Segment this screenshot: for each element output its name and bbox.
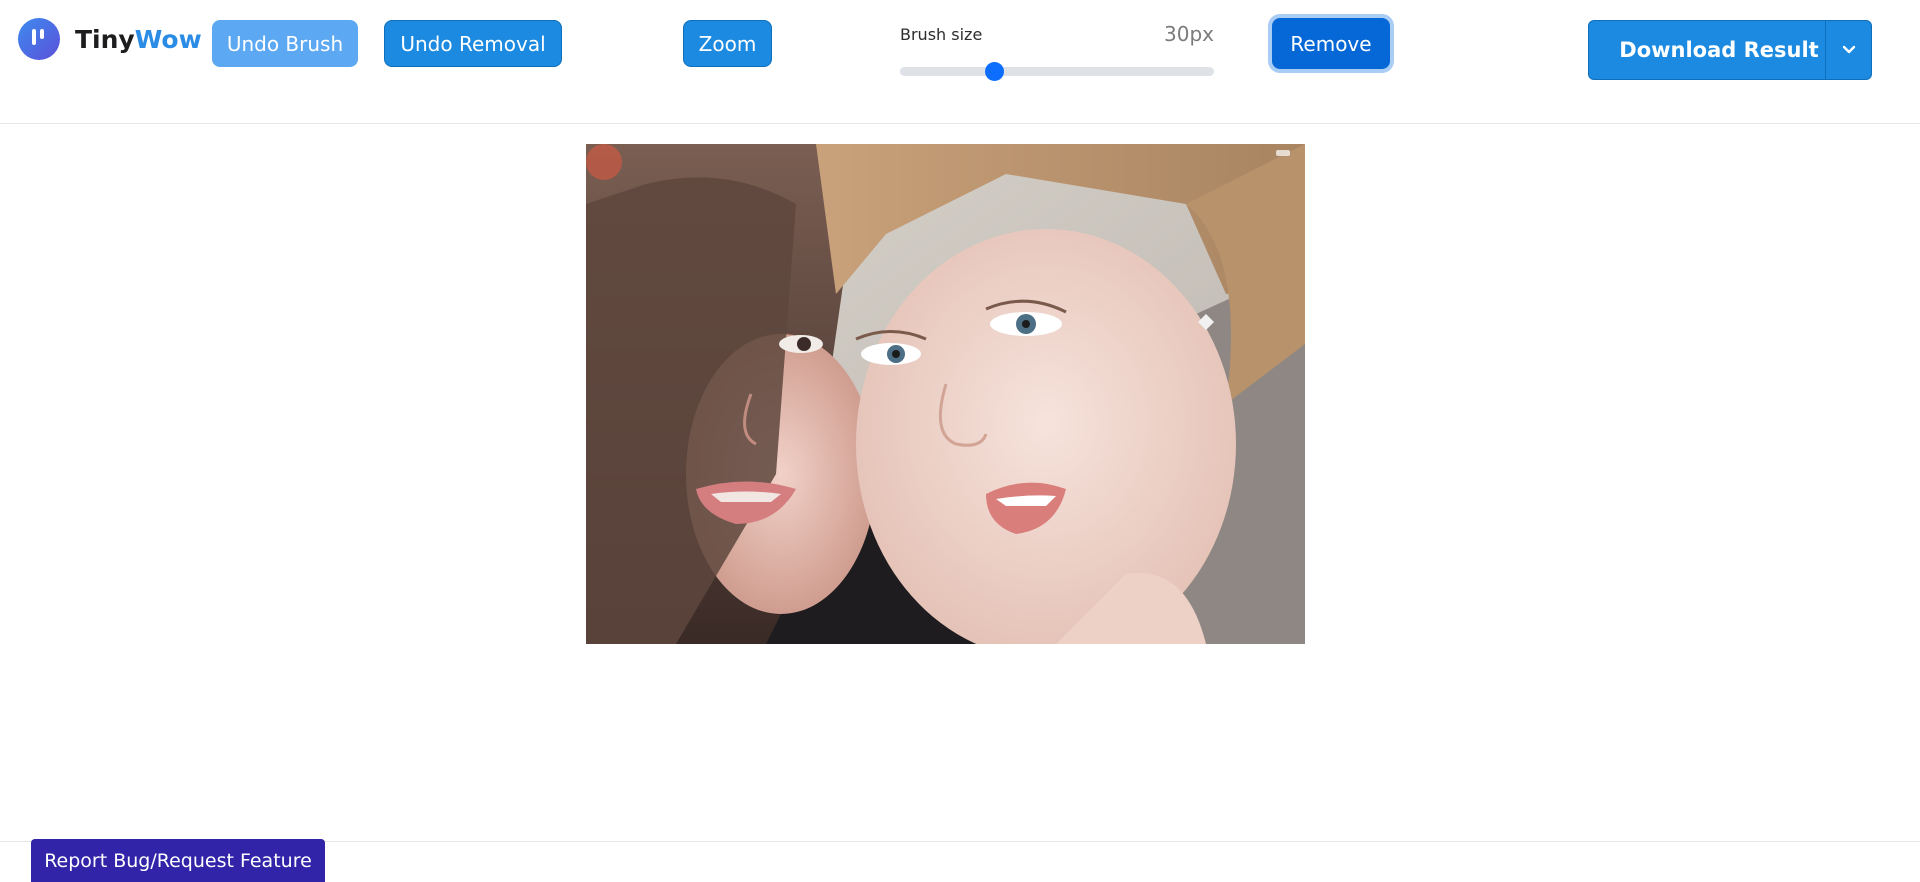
undo-removal-button[interactable]: Undo Removal	[384, 20, 562, 67]
logo-text-tiny: Tiny	[75, 24, 135, 54]
tinywow-logo[interactable]: TinyWow	[18, 18, 202, 60]
brush-size-slider[interactable]	[900, 62, 1214, 81]
zoom-button[interactable]: Zoom	[683, 20, 772, 67]
slider-thumb[interactable]	[985, 62, 1004, 81]
remove-button[interactable]: Remove	[1272, 18, 1390, 69]
report-bug-button[interactable]: Report Bug/Request Feature	[31, 839, 325, 882]
photo-editing-canvas[interactable]	[586, 144, 1305, 644]
logo-text-wow: Wow	[134, 24, 202, 54]
slider-fill	[900, 67, 994, 76]
top-toolbar: TinyWow Undo Brush Undo Removal Zoom Bru…	[0, 0, 1920, 124]
download-result-group: Download Result	[1588, 20, 1872, 80]
brush-size-label: Brush size	[900, 25, 983, 44]
undo-brush-button[interactable]: Undo Brush	[212, 20, 358, 67]
photo-image	[586, 144, 1305, 644]
tinywow-logo-icon	[18, 18, 60, 60]
chevron-down-icon[interactable]	[1825, 21, 1871, 79]
brush-size-value: 30px	[1164, 22, 1214, 46]
logo-wordmark: TinyWow	[75, 25, 202, 54]
download-result-button[interactable]: Download Result	[1589, 21, 1825, 79]
